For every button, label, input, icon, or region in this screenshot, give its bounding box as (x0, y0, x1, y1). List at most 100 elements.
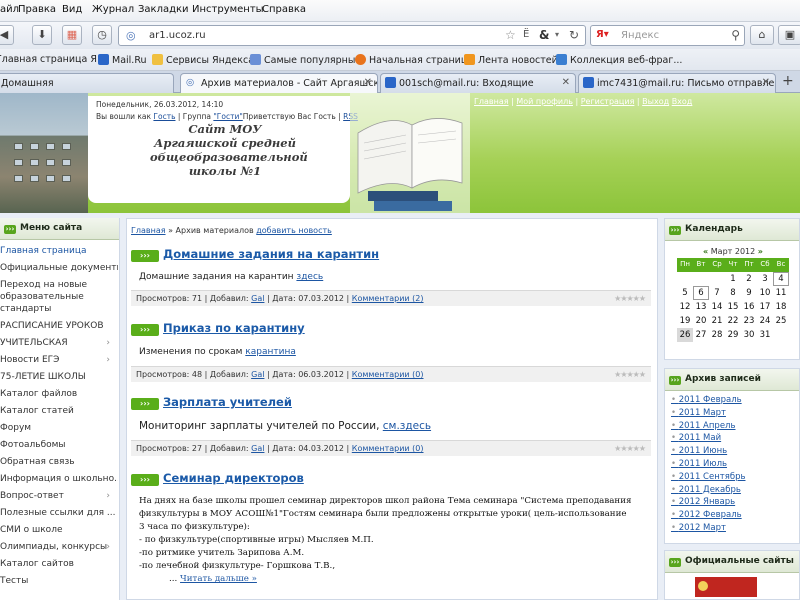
comments-link[interactable]: Комментарии (0) (352, 370, 424, 379)
menu-file[interactable]: айл (0, 4, 19, 15)
menu-bookmarks[interactable]: Закладки (138, 4, 189, 15)
prev-month-button[interactable]: « (703, 247, 708, 256)
top-link-register[interactable]: Регистрация (581, 97, 635, 106)
rating-stars-icon[interactable]: ★★★★★ (614, 294, 646, 303)
home-button[interactable]: ⌂ (750, 25, 774, 45)
apps-button[interactable]: ▦ (62, 25, 82, 45)
calendar-day[interactable]: 4 (773, 272, 789, 286)
sidebar-item-new-standards-1[interactable]: Переход на новые (0, 280, 118, 290)
sidebar-item-site-catalog[interactable]: Каталог сайтов (0, 559, 118, 569)
calendar-day[interactable]: 1 (725, 272, 741, 286)
top-link-profile[interactable]: Мой профиль (516, 97, 573, 106)
calendar-day[interactable]: 25 (773, 314, 789, 328)
calendar-day[interactable]: 30 (741, 328, 757, 342)
tab-home[interactable]: Домашняя (0, 73, 174, 93)
tab-archive[interactable]: ◎ Архив материалов - Сайт Аргаяшско... ✕ (180, 73, 378, 93)
breadcrumb-home-link[interactable]: Главная (131, 226, 166, 235)
archive-link[interactable]: 2011 Апрель (671, 421, 736, 431)
archive-link[interactable]: 2012 Февраль (671, 510, 742, 520)
sidebar-item-olympiads[interactable]: Олимпиады, конкурсы › (0, 542, 118, 552)
calendar-day[interactable]: 22 (725, 314, 741, 328)
sidebar-item-ege-news[interactable]: Новости ЕГЭ › (0, 355, 118, 365)
archive-link[interactable]: 2011 Июль (671, 459, 727, 469)
reload-icon[interactable]: ↻ (569, 28, 579, 42)
calendar-day[interactable]: 16 (741, 300, 757, 314)
back-button[interactable]: ◀ (0, 25, 14, 45)
close-tab-icon[interactable]: ✕ (562, 77, 570, 88)
calendar-day[interactable]: 11 (773, 286, 789, 300)
post-title[interactable]: ››› Зарплата учителей (131, 395, 292, 411)
menu-view[interactable]: Вид (62, 4, 82, 15)
post-title[interactable]: ››› Домашние задания на карантин (131, 247, 379, 263)
close-tab-icon[interactable]: ✕ (364, 77, 372, 88)
archive-link[interactable]: 2011 Март (671, 408, 726, 418)
author-link[interactable]: Gal (251, 444, 264, 453)
archive-link[interactable]: 2011 Февраль (671, 395, 742, 405)
post-link[interactable]: см.здесь (383, 420, 431, 432)
archive-link[interactable]: 2011 Июнь (671, 446, 727, 456)
calendar-day[interactable]: 2 (741, 272, 757, 286)
bookmark-yandex-home[interactable]: Главная страница Я... (0, 54, 106, 65)
sidebar-item-school-info[interactable]: Информация о школьно... (0, 474, 118, 484)
top-link-logout[interactable]: Выход (642, 97, 669, 106)
sidebar-item-official-docs[interactable]: Официальные документы (0, 263, 118, 273)
post-link[interactable]: здесь (296, 272, 323, 282)
sidebar-item-useful-links[interactable]: Полезные ссылки для ... (0, 508, 118, 518)
sidebar-item-feedback[interactable]: Обратная связь (0, 457, 118, 467)
translate-icon[interactable]: Ё (523, 29, 529, 40)
calendar-day[interactable]: 24 (757, 314, 773, 328)
sidebar-item-teachers[interactable]: УЧИТЕЛЬСКАЯ › (0, 338, 118, 348)
add-news-link[interactable]: добавить новость (256, 226, 332, 235)
sidebar-item-tests[interactable]: Тесты (0, 576, 118, 586)
close-tab-icon[interactable]: ✕ (762, 77, 770, 88)
menu-tools[interactable]: Инструменты (192, 4, 264, 15)
read-more-link[interactable]: Читать дальше » (180, 574, 257, 584)
comments-link[interactable]: Комментарии (0) (352, 444, 424, 453)
bookmark-popular[interactable]: Самые популярные (250, 54, 361, 66)
post-title[interactable]: ››› Семинар директоров (131, 471, 304, 487)
calendar-day[interactable]: 19 (677, 314, 693, 328)
menu-help[interactable]: Справка (262, 4, 306, 15)
calendar-day[interactable]: 18 (773, 300, 789, 314)
sidebar-item-new-standards-3[interactable]: стандарты (0, 304, 118, 314)
calendar-day[interactable]: 12 (677, 300, 693, 314)
addon-button[interactable]: ▣ (778, 25, 800, 45)
author-link[interactable]: Gal (251, 370, 264, 379)
archive-link[interactable]: 2012 Январь (671, 497, 735, 507)
sidebar-item-article-catalog[interactable]: Каталог статей (0, 406, 118, 416)
guest-link[interactable]: Гость (153, 112, 175, 121)
calendar-day[interactable]: 6 (693, 286, 709, 300)
archive-link[interactable]: 2012 Март (671, 523, 726, 533)
sidebar-item-file-catalog[interactable]: Каталог файлов (0, 389, 118, 399)
calendar-day[interactable]: 29 (725, 328, 741, 342)
tab-inbox[interactable]: 001sch@mail.ru: Входящие ✕ (380, 73, 576, 93)
tab-mail-sent[interactable]: imc7431@mail.ru: Письмо отправлено ✕ (578, 73, 776, 93)
calendar-day[interactable]: 8 (725, 286, 741, 300)
calendar-day[interactable]: 10 (757, 286, 773, 300)
calendar-day[interactable]: 23 (741, 314, 757, 328)
history-button[interactable]: ◷ (92, 25, 112, 45)
top-link-login[interactable]: Вход (672, 97, 693, 106)
ministry-banner[interactable] (695, 577, 757, 597)
calendar-day[interactable]: 27 (693, 328, 709, 342)
sidebar-item-forum[interactable]: Форум (0, 423, 118, 433)
calendar-day[interactable]: 3 (757, 272, 773, 286)
calendar-day[interactable]: 13 (693, 300, 709, 314)
bookmark-star-icon[interactable]: ☆ (505, 28, 516, 42)
archive-link[interactable]: 2011 Сентябрь (671, 472, 746, 482)
dropdown-arrow-icon[interactable]: ▾ (555, 30, 559, 39)
calendar-day[interactable]: 31 (757, 328, 773, 342)
archive-link[interactable]: 2011 Декабрь (671, 485, 741, 495)
download-button[interactable]: ⬇ (32, 25, 52, 45)
sidebar-item-photo-albums[interactable]: Фотоальбомы (0, 440, 118, 450)
post-title[interactable]: ››› Приказ по карантину (131, 321, 305, 337)
calendar-day[interactable]: 20 (693, 314, 709, 328)
sidebar-item-schedule[interactable]: РАСПИСАНИЕ УРОКОВ (0, 321, 118, 331)
bookmark-web-fragments[interactable]: Коллекция веб-фраг... (556, 54, 682, 66)
bookmark-yandex-services[interactable]: Сервисы Яндекса (152, 54, 254, 66)
comments-link[interactable]: Комментарии (2) (352, 294, 424, 303)
post-link[interactable]: карантина (245, 347, 296, 357)
bookmark-mailru[interactable]: Mail.Ru (98, 54, 147, 66)
menu-edit[interactable]: Правка (18, 4, 56, 15)
calendar-day[interactable]: 17 (757, 300, 773, 314)
